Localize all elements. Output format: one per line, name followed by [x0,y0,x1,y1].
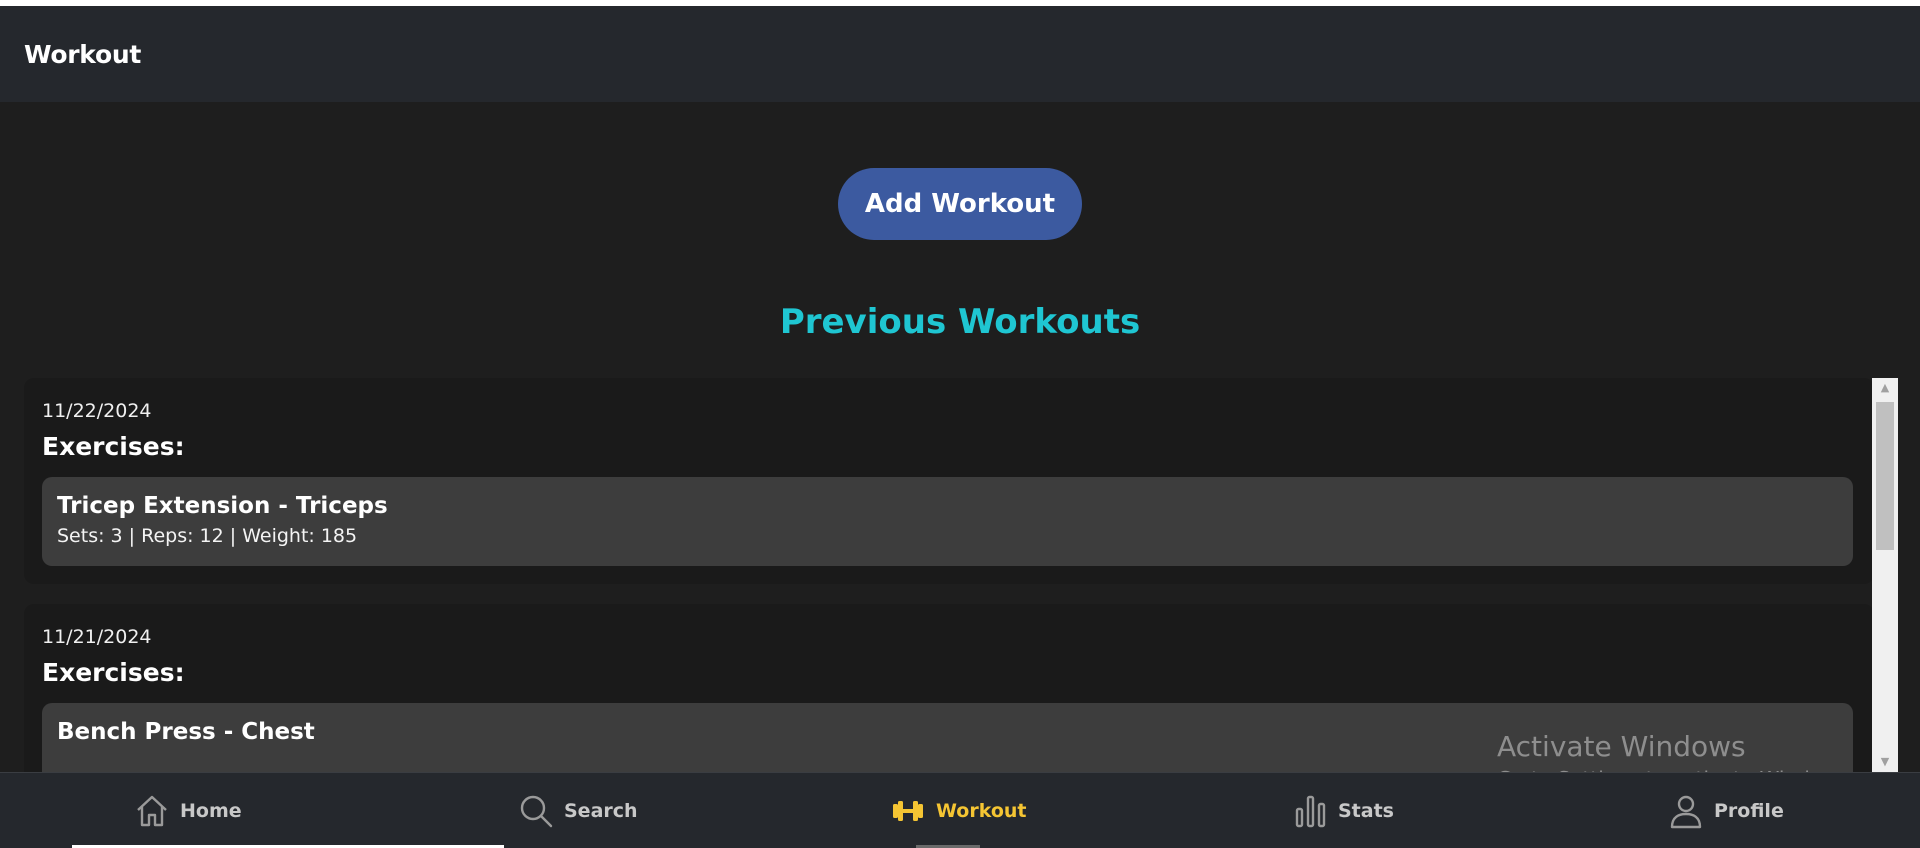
scroll-thumb[interactable] [1876,402,1894,550]
workout-date: 11/22/2024 [42,400,152,422]
nav-label-stats: Stats [1338,800,1394,822]
exercise-detail: Sets: 3 | Reps: 12 | Weight: 185 [57,525,358,547]
add-workout-button[interactable]: Add Workout [838,168,1082,240]
nav-label-workout: Workout [936,800,1027,822]
nav-label-profile: Profile [1714,800,1784,822]
nav-item-search[interactable]: Search [518,791,638,831]
exercise-item[interactable]: Tricep Extension - Triceps Sets: 3 | Rep… [42,477,1853,566]
nav-label-home: Home [180,800,242,822]
bar-chart-icon [1292,793,1328,829]
exercises-label: Exercises: [42,432,185,461]
previous-workouts-heading: Previous Workouts [779,302,1141,342]
page-title: Workout [24,39,141,69]
exercises-label: Exercises: [42,658,185,687]
list-scrollbar[interactable]: ▲ ▼ [1872,378,1898,772]
workout-card: 11/22/2024 Exercises: Tricep Extension -… [24,378,1874,584]
workout-list[interactable]: 11/22/2024 Exercises: Tricep Extension -… [24,378,1898,772]
user-icon [1668,793,1704,829]
nav-item-profile[interactable]: Profile [1668,791,1784,831]
workout-card: 11/21/2024 Exercises: Bench Press - Ches… [24,604,1874,772]
bottom-navigation: Home Search Workout Stats Profile [0,772,1920,848]
workout-date: 11/21/2024 [42,626,152,648]
exercise-item[interactable]: Bench Press - Chest [42,703,1853,772]
home-icon [134,793,170,829]
app-header: Workout [0,6,1920,102]
main-content: Add Workout Previous Workouts 11/22/2024… [0,102,1920,772]
scroll-down-arrow-icon[interactable]: ▼ [1872,752,1898,772]
nav-item-workout[interactable]: Workout [890,791,1027,831]
scroll-up-arrow-icon[interactable]: ▲ [1872,378,1898,398]
exercise-name: Tricep Extension - Triceps [57,493,388,519]
nav-label-search: Search [564,800,638,822]
dumbbell-icon [890,793,926,829]
nav-item-home[interactable]: Home [134,791,242,831]
search-icon [518,793,554,829]
nav-item-stats[interactable]: Stats [1292,791,1394,831]
exercise-name: Bench Press - Chest [57,719,315,745]
